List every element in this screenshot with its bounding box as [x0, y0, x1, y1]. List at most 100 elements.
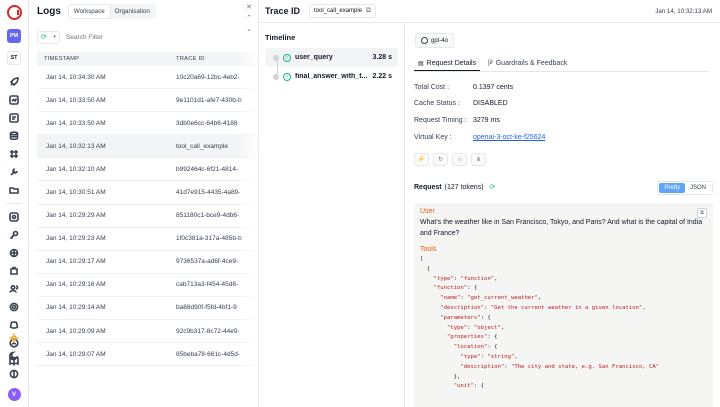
trace-id-value: tool_call_example — [314, 8, 362, 14]
plugin-icon[interactable] — [9, 266, 20, 277]
row-timestamp: Jan 14, 10:32:13 AM — [37, 143, 176, 150]
total-cost-value: 0.1397 cents — [473, 84, 513, 91]
app-logo[interactable] — [7, 5, 22, 20]
request-timing-value: 3279 ms — [473, 117, 500, 124]
row-timestamp: Jan 14, 10:29:16 AM — [37, 281, 176, 288]
system-theme-icon[interactable] — [9, 369, 20, 380]
row-timestamp: Jan 14, 10:29:29 AM — [37, 212, 176, 219]
workspace-badge[interactable]: PM — [7, 29, 21, 43]
close-icon[interactable]: ✕ — [246, 2, 252, 13]
copy-icon[interactable]: ⧉ — [366, 7, 371, 15]
drawer-title: Trace ID — [265, 6, 300, 16]
rail-divider — [7, 203, 21, 204]
format-pretty-button[interactable]: Pretty — [659, 183, 685, 193]
settings-gear-icon[interactable] — [9, 302, 20, 313]
table-row[interactable]: Jan 14, 10:29:09 AM92c9b317-8c72-44e9- — [37, 320, 259, 343]
request-label: Request — [414, 184, 442, 191]
table-header: TIMESTAMP TRACE ID — [37, 52, 259, 66]
request-body: ⧉ User What's the weather like in San Fr… — [414, 203, 713, 407]
sidebar-rail: PM ST V — [0, 0, 29, 407]
chevron-down-icon[interactable]: ⌄ — [246, 24, 252, 35]
openai-icon — [421, 37, 428, 44]
logs-panel: Logs Workspace Organisation ⟳ ▾ TIMESTAM… — [29, 0, 259, 407]
action-buttons: ⚡ ↻ ∩ ⋔ — [414, 153, 490, 166]
document-icon: ▤ — [418, 60, 424, 67]
analytics-icon[interactable] — [9, 95, 20, 106]
copy-icon[interactable]: ⧉ — [697, 208, 707, 218]
user-avatar[interactable]: V — [8, 388, 21, 401]
tools-json: [ { "type": "function", "function": { "n… — [420, 255, 707, 392]
refresh-button[interactable]: ⟳ ▾ — [37, 31, 60, 44]
total-cost-row: Total Cost : 0.1397 cents — [414, 84, 513, 91]
key-icon[interactable] — [9, 230, 20, 241]
prompts-icon[interactable] — [9, 149, 20, 160]
col-timestamp[interactable]: TIMESTAMP — [37, 56, 176, 62]
table-row[interactable]: Jan 14, 10:32:13 AMtool_call_example — [37, 135, 259, 158]
trace-drawer: Trace ID tool_call_example ⧉ Jan 14, 10:… — [258, 0, 720, 407]
timeline-node-icon — [273, 74, 279, 80]
request-timing-row: Request Timing : 3279 ms — [414, 117, 500, 124]
sun-icon[interactable] — [9, 333, 20, 344]
chevron-up-icon[interactable]: ⌃ — [246, 13, 252, 24]
table-row[interactable]: Jan 14, 10:34:30 AM10c20a69-12bc-4eb2- — [37, 66, 259, 89]
table-row[interactable]: Jan 14, 10:29:16 AMcab713a3-f454-45d8- — [37, 274, 259, 297]
org-badge[interactable]: ST — [7, 51, 21, 65]
table-row[interactable]: Jan 14, 10:29:23 AM1f0c381a-317a-485b-b — [37, 228, 259, 251]
row-timestamp: Jan 14, 10:29:09 AM — [37, 328, 176, 335]
table-row[interactable]: Jan 14, 10:32:10 AMb992464c-6f21-4814- — [37, 158, 259, 181]
tree-icon[interactable]: ⋔ — [471, 153, 486, 166]
span-item[interactable]: ✓ final_answer_with_t... 2.22 s — [265, 67, 398, 86]
request-header: Request (127 tokens) ⟳ — [414, 183, 495, 191]
cache-status-row: Cache Status : DISABLED — [414, 100, 508, 107]
virtual-key-link[interactable]: openai-3-oct-ke-f25624 — [473, 134, 545, 141]
format-toggle: Pretty JSON — [657, 181, 713, 195]
scope-workspace-tab[interactable]: Workspace — [69, 5, 110, 18]
table-row[interactable]: Jan 14, 10:29:14 AMba88d90f-f5fd-4bf1-9 — [37, 297, 259, 320]
field-label: Cache Status : — [414, 100, 473, 107]
model-name: gpt-4o — [431, 38, 448, 44]
table-row[interactable]: Jan 14, 10:29:17 AM9736537a-ad6f-4ce9- — [37, 251, 259, 274]
integrations-icon[interactable] — [9, 212, 20, 223]
lightning-icon[interactable]: ⚡ — [414, 153, 429, 166]
drawer-shadow — [236, 0, 258, 407]
tab-guardrails-feedback[interactable]: [∂ Guardrails & Feedback — [484, 57, 571, 71]
format-json-button[interactable]: JSON — [685, 183, 711, 193]
page-title: Logs — [37, 6, 61, 17]
rocket-icon[interactable] — [9, 77, 20, 88]
trace-id-chip[interactable]: tool_call_example ⧉ — [309, 4, 376, 18]
detail-panel: gpt-4o ▤ Request Details [∂ Guardrails &… — [405, 23, 720, 407]
logs-icon[interactable] — [9, 113, 20, 124]
span-item[interactable]: ✓ user_query 3.28 s — [265, 48, 398, 67]
request-tokens: (127 tokens) — [445, 184, 484, 191]
table-row[interactable]: Jan 14, 10:29:29 AM851180c1-bce9-4db6- — [37, 205, 259, 228]
replay-icon[interactable]: ↻ — [433, 153, 448, 166]
table-row[interactable]: Jan 14, 10:29:07 AM85beba78-661c-4d5d- — [37, 343, 259, 366]
field-label: Total Cost : — [414, 84, 473, 91]
table-row[interactable]: Jan 14, 10:30:51 AM41d7e915-4435-4a89- — [37, 181, 259, 204]
database-icon[interactable] — [9, 131, 20, 142]
timeline-connector — [277, 59, 278, 79]
scope-organisation-tab[interactable]: Organisation — [110, 5, 155, 18]
gateway-icon[interactable] — [9, 248, 20, 259]
chevron-down-icon: ▾ — [53, 34, 56, 40]
span-duration: 3.28 s — [373, 54, 398, 61]
table-row[interactable]: Jan 14, 10:33:50 AM9e1101d1-afe7-430b-b — [37, 89, 259, 112]
success-check-icon: ✓ — [283, 54, 291, 62]
search-filter-input[interactable] — [66, 34, 216, 41]
sync-icon[interactable]: ⟳ — [490, 183, 496, 191]
table-row[interactable]: Jan 14, 10:33:50 AM3db0e6cc-64b6-4188 — [37, 112, 259, 135]
tools-icon[interactable] — [9, 167, 20, 178]
row-timestamp: Jan 14, 10:29:14 AM — [37, 304, 176, 311]
moon-icon[interactable] — [9, 351, 20, 362]
timeline-panel: Timeline ✓ user_query 3.28 s ✓ final_ans… — [259, 23, 405, 407]
bracket-icon: [∂ — [488, 60, 493, 66]
team-icon[interactable] — [9, 284, 20, 295]
field-label: Request Timing : — [414, 117, 473, 124]
tab-request-details[interactable]: ▤ Request Details — [414, 57, 480, 71]
col-trace-id[interactable]: TRACE ID — [176, 56, 205, 62]
folder-icon[interactable] — [9, 185, 20, 196]
scope-toggle: Workspace Organisation — [68, 4, 156, 19]
headphones-icon[interactable]: ∩ — [452, 153, 467, 166]
tools-label: Tools — [420, 246, 707, 253]
tab-label: Request Details — [427, 60, 476, 67]
